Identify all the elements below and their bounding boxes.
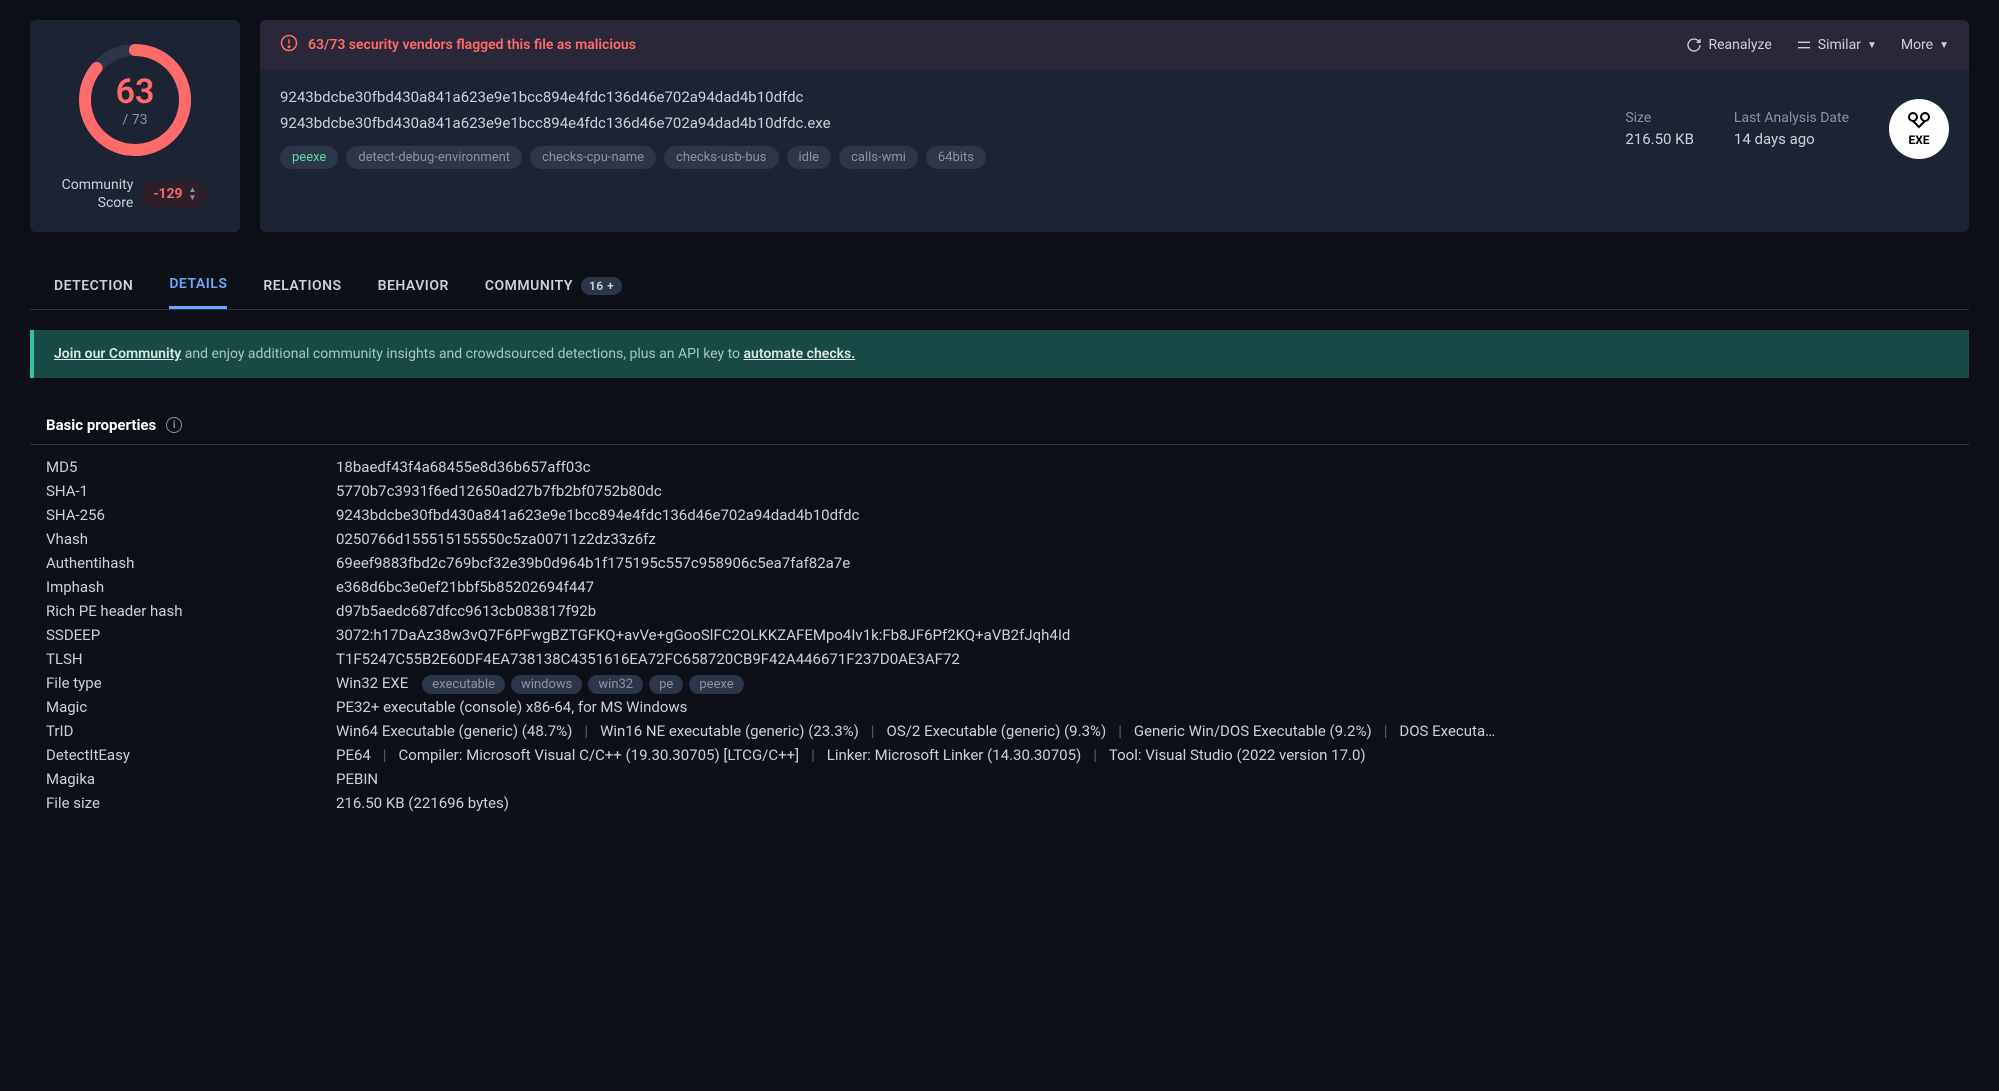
info-icon[interactable]: i xyxy=(166,417,182,433)
vhash-key: Vhash xyxy=(46,530,336,548)
similar-button[interactable]: Similar ▼ xyxy=(1796,37,1877,53)
filetype-tag[interactable]: windows xyxy=(511,675,582,694)
file-tag[interactable]: calls-wmi xyxy=(839,146,918,169)
vote-arrows-icon[interactable]: ▲▼ xyxy=(188,186,196,202)
tab-detection[interactable]: DETECTION xyxy=(54,262,133,309)
date-label: Last Analysis Date xyxy=(1734,110,1849,126)
chevron-down-icon: ▼ xyxy=(1867,40,1877,51)
trid-item: Win64 Executable (generic) (48.7%) xyxy=(336,722,572,740)
authentihash-value: 69eef9883fbd2c769bcf32e39b0d964b1f175195… xyxy=(336,554,850,572)
size-label: Size xyxy=(1625,110,1694,126)
more-button[interactable]: More ▼ xyxy=(1901,37,1949,53)
file-tags: peexe detect-debug-environment checks-cpu-… xyxy=(280,146,1605,169)
trid-key: TrID xyxy=(46,722,336,740)
magic-key: Magic xyxy=(46,698,336,716)
basic-properties-table: MD518baedf43f4a68455e8d36b657aff03c SHA-… xyxy=(30,445,1969,825)
filesize-key: File size xyxy=(46,794,336,812)
trid-item: Generic Win/DOS Executable (9.2%) xyxy=(1134,722,1372,740)
file-tag[interactable]: checks-cpu-name xyxy=(530,146,656,169)
magika-value: PEBIN xyxy=(336,770,378,788)
imphash-key: Imphash xyxy=(46,578,336,596)
detection-total: / 73 xyxy=(116,112,155,128)
die-key: DetectItEasy xyxy=(46,746,336,764)
vhash-value: 0250766d155515155550c5za00711z2dz33z6fz xyxy=(336,530,656,548)
alert-bar: 63/73 security vendors flagged this file… xyxy=(260,20,1969,70)
trid-value: Win64 Executable (generic) (48.7%)|Win16… xyxy=(336,722,1495,740)
community-score-badge[interactable]: -129 ▲▼ xyxy=(141,180,208,208)
magic-value: PE32+ executable (console) x86-64, for M… xyxy=(336,698,687,716)
md5-key: MD5 xyxy=(46,458,336,476)
detection-count: 63 xyxy=(116,72,155,112)
richpe-key: Rich PE header hash xyxy=(46,602,336,620)
sha256-value: 9243bdcbe30fbd430a841a623e9e1bcc894e4fdc… xyxy=(336,506,859,524)
community-score-value: -129 xyxy=(153,186,182,202)
magika-key: Magika xyxy=(46,770,336,788)
imphash-value: e368d6bc3e0ef21bbf5b85202694f447 xyxy=(336,578,594,596)
alert-text: 63/73 security vendors flagged this file… xyxy=(308,37,636,53)
md5-value: 18baedf43f4a68455e8d36b657aff03c xyxy=(336,458,591,476)
filetype-key: File type xyxy=(46,674,336,692)
automate-checks-link[interactable]: automate checks. xyxy=(744,346,856,362)
detection-gauge: 63 / 73 xyxy=(75,40,195,160)
file-tag[interactable]: checks-usb-bus xyxy=(664,146,779,169)
file-tag[interactable]: detect-debug-environment xyxy=(346,146,522,169)
filetype-tag[interactable]: peexe xyxy=(689,675,743,694)
richpe-value: d97b5aedc687dfcc9613cb083817f92b xyxy=(336,602,596,620)
trid-item: DOS Executa… xyxy=(1399,722,1495,740)
tab-community[interactable]: COMMUNITY 16 + xyxy=(485,262,622,309)
community-banner: Join our Community and enjoy additional … xyxy=(30,330,1969,378)
community-score-label: Community Score xyxy=(62,176,134,212)
die-item: PE64 xyxy=(336,746,371,764)
size-value: 216.50 KB xyxy=(1625,130,1694,148)
file-tag[interactable]: peexe xyxy=(280,146,338,169)
die-item: Tool: Visual Studio (2022 version 17.0) xyxy=(1109,746,1366,764)
trid-item: Win16 NE executable (generic) (23.3%) xyxy=(600,722,859,740)
tabs: DETECTION DETAILS RELATIONS BEHAVIOR COM… xyxy=(30,262,1969,310)
score-card: 63 / 73 Community Score -129 ▲▼ xyxy=(30,20,240,232)
sha1-value: 5770b7c3931f6ed12650ad27b7fb2bf0752b80dc xyxy=(336,482,662,500)
tab-relations[interactable]: RELATIONS xyxy=(263,262,341,309)
filetype-tag[interactable]: win32 xyxy=(588,675,643,694)
sha1-key: SHA-1 xyxy=(46,482,336,500)
authentihash-key: Authentihash xyxy=(46,554,336,572)
date-value: 14 days ago xyxy=(1734,130,1849,148)
file-tag[interactable]: 64bits xyxy=(926,146,986,169)
ssdeep-value: 3072:h17DaAz38w3vQ7F6PFwgBZTGFKQ+avVe+gG… xyxy=(336,626,1070,644)
tlsh-key: TLSH xyxy=(46,650,336,668)
trid-item: OS/2 Executable (generic) (9.3%) xyxy=(887,722,1107,740)
sha256-key: SHA-256 xyxy=(46,506,336,524)
die-item: Linker: Microsoft Linker (14.30.30705) xyxy=(827,746,1081,764)
tab-details[interactable]: DETAILS xyxy=(169,262,227,309)
file-hash: 9243bdcbe30fbd430a841a623e9e1bcc894e4fdc… xyxy=(280,88,1605,106)
join-community-link[interactable]: Join our Community xyxy=(54,346,181,362)
alert-icon xyxy=(280,34,298,56)
ssdeep-key: SSDEEP xyxy=(46,626,336,644)
filetype-icon: EXE xyxy=(1889,99,1949,159)
filetype-tag[interactable]: executable xyxy=(422,675,505,694)
die-item: Compiler: Microsoft Visual C/C++ (19.30.… xyxy=(399,746,800,764)
reanalyze-button[interactable]: Reanalyze xyxy=(1686,37,1771,53)
basic-properties-header: Basic properties i xyxy=(30,406,1969,445)
chevron-down-icon: ▼ xyxy=(1939,40,1949,51)
filesize-value: 216.50 KB (221696 bytes) xyxy=(336,794,509,812)
tab-behavior[interactable]: BEHAVIOR xyxy=(378,262,449,309)
filetype-value: Win32 EXEexecutablewindowswin32pepeexe xyxy=(336,674,744,692)
community-count-badge: 16 + xyxy=(581,277,622,295)
die-value: PE64|Compiler: Microsoft Visual C/C++ (1… xyxy=(336,746,1366,764)
file-summary-card: 63/73 security vendors flagged this file… xyxy=(260,20,1969,232)
tlsh-value: T1F5247C55B2E60DF4EA738138C4351616EA72FC… xyxy=(336,650,960,668)
file-name: 9243bdcbe30fbd430a841a623e9e1bcc894e4fdc… xyxy=(280,114,1605,132)
filetype-tag[interactable]: pe xyxy=(649,675,683,694)
file-tag[interactable]: idle xyxy=(787,146,832,169)
